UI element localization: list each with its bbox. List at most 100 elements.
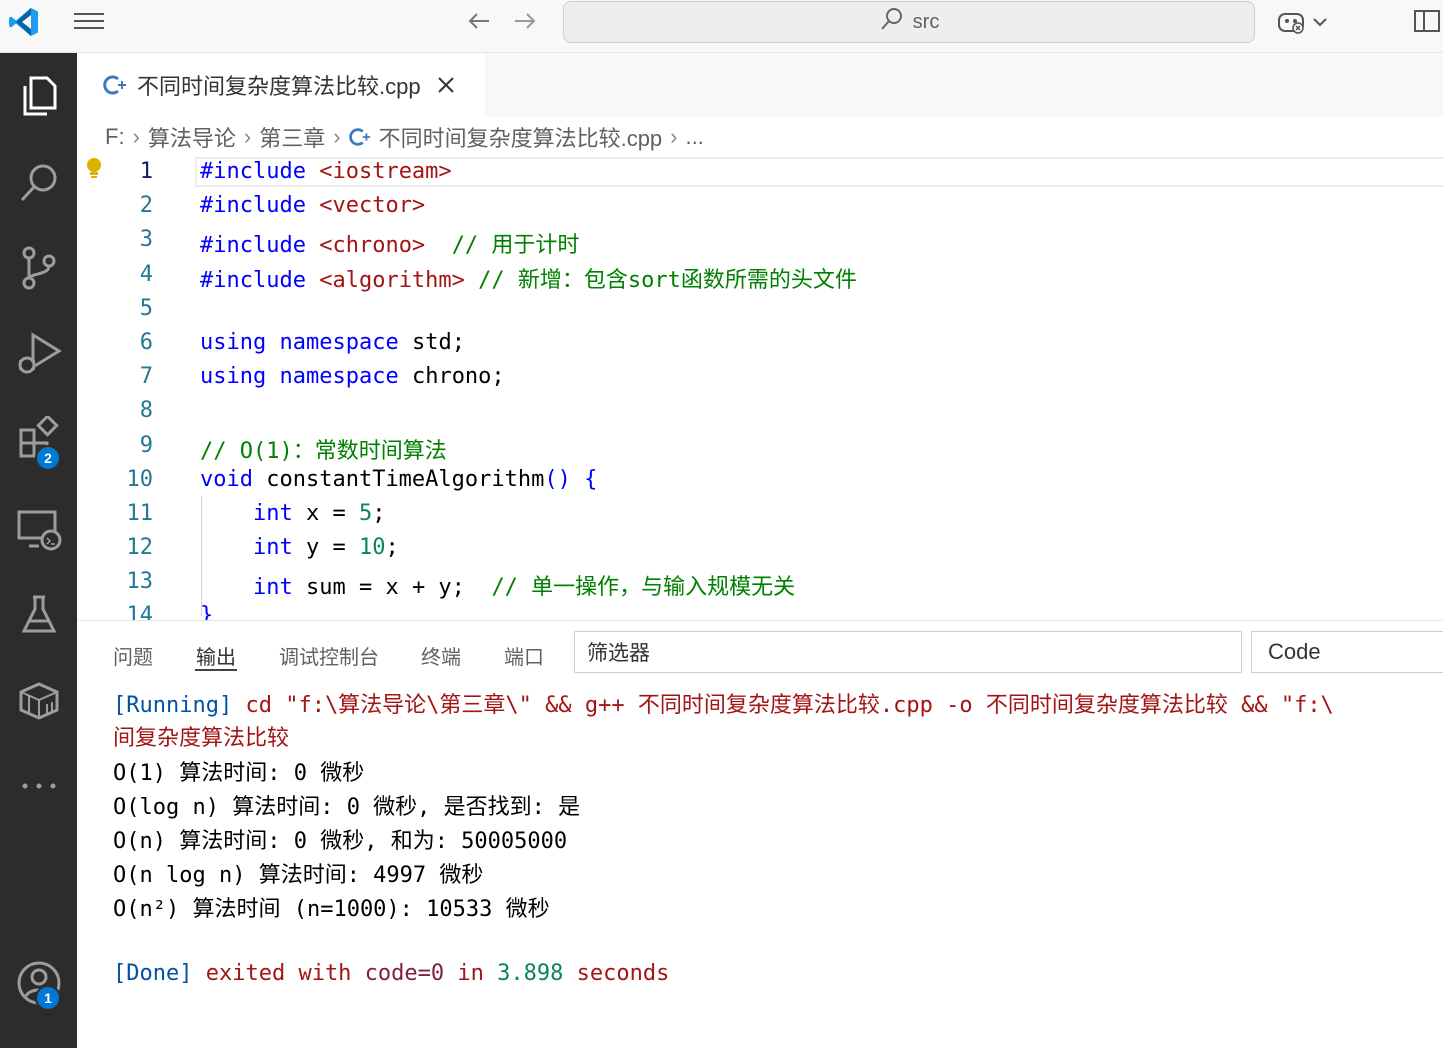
output-channel-select[interactable]: Code: [1251, 631, 1443, 673]
forward-arrow-icon[interactable]: [508, 6, 542, 36]
line-number: 10: [126, 467, 154, 492]
done-seconds-value: 3.898: [497, 961, 564, 986]
code-line: #include <algorithm> // 新增：包含sort函数所需的头文…: [200, 262, 857, 294]
filter-placeholder: 筛选器: [587, 642, 650, 665]
code-token: std;: [411, 330, 465, 355]
code-token: #include: [200, 159, 306, 184]
output-panel: 问题 输出 调试控制台 终端 端口 筛选器 Code [Running] cd …: [77, 620, 1443, 1049]
testing-icon[interactable]: [0, 580, 77, 650]
chevron-down-icon[interactable]: [1310, 10, 1330, 34]
close-icon[interactable]: [437, 76, 455, 94]
accounts-icon[interactable]: 1: [0, 948, 77, 1018]
editor-tab-bar: 不同时间复杂度算法比较.cpp: [77, 53, 1443, 117]
tab-debug-console[interactable]: 调试控制台: [279, 641, 379, 670]
code-token: 10: [358, 535, 386, 560]
code-line: }: [200, 603, 213, 620]
output-line: O(log n) 算法时间: 0 微秒, 是否找到: 是: [113, 795, 581, 820]
breadcrumb-folder-1[interactable]: 算法导论: [148, 121, 236, 153]
code-token: <chrono>: [319, 233, 426, 258]
layout-icon[interactable]: [1412, 6, 1442, 36]
breadcrumb-folder-2[interactable]: 第三章: [259, 121, 325, 153]
accounts-badge: 1: [35, 985, 61, 1011]
line-number: 12: [126, 535, 154, 560]
output-line: 间复杂度算法比较: [113, 726, 290, 751]
command-center-search[interactable]: src: [563, 1, 1255, 43]
line-number: 14: [126, 603, 154, 620]
search-icon[interactable]: [0, 148, 77, 218]
run-debug-icon[interactable]: [0, 318, 77, 388]
breadcrumb-more[interactable]: ...: [686, 124, 704, 150]
code-token: void: [200, 467, 253, 492]
code-comment: // O(1)：常数时间算法: [200, 439, 447, 464]
code-token: #include: [200, 268, 306, 293]
code-line: using namespace std;: [200, 330, 465, 355]
breadcrumb-file[interactable]: 不同时间复杂度算法比较.cpp: [379, 121, 663, 153]
code-token: x =: [305, 501, 346, 526]
tab-terminal[interactable]: 终端: [421, 641, 461, 670]
code-token: y =: [305, 535, 346, 560]
filter-input[interactable]: 筛选器: [574, 631, 1242, 673]
code-token: int: [252, 575, 293, 600]
code-token: using: [200, 364, 267, 389]
running-tag: [Running]: [113, 693, 233, 718]
breadcrumb-drive[interactable]: F:: [105, 124, 125, 150]
code-line: #include <iostream>: [200, 159, 452, 184]
tab-active-file[interactable]: 不同时间复杂度算法比较.cpp: [77, 53, 485, 117]
title-bar: src: [0, 0, 1443, 53]
tab-ports[interactable]: 端口: [504, 641, 544, 670]
code-token: #include: [200, 193, 306, 218]
line-number: 4: [139, 262, 153, 287]
done-tag: [Done]: [113, 961, 193, 986]
code-line: int sum = x + y; // 单一操作，与输入规模无关: [200, 569, 795, 601]
code-token: }: [200, 603, 214, 620]
code-line: void constantTimeAlgorithm() {: [200, 467, 597, 492]
code-line: int y = 10;: [200, 535, 399, 560]
line-number: 5: [139, 296, 153, 321]
output-line: O(n) 算法时间: 0 微秒, 和为: 50005000: [113, 829, 568, 854]
line-number: 13: [126, 569, 154, 594]
code-line: #include <chrono> // 用于计时: [200, 227, 579, 259]
extensions-badge: 2: [35, 445, 61, 471]
code-comment: // 单一操作，与输入规模无关: [491, 575, 796, 600]
code-token: 5: [358, 501, 373, 526]
code-comment: // 用于计时: [451, 233, 580, 258]
done-text: in: [457, 961, 484, 986]
done-text: exited with: [205, 961, 352, 986]
line-number: 2: [139, 193, 153, 218]
code-line: #include <vector>: [200, 193, 425, 218]
code-token: sum = x + y;: [305, 575, 465, 600]
active-tab-indicator: [195, 669, 237, 671]
output-line: [Running] cd "f:\算法导论\第三章\" && g++ 不同时间复…: [113, 687, 1334, 719]
line-number: 7: [139, 364, 153, 389]
chevron-right-icon: ›: [670, 124, 678, 149]
code-comment: // 新增：包含sort函数所需的头文件: [478, 268, 857, 293]
chevron-right-icon: ›: [333, 124, 341, 149]
menu-icon[interactable]: [70, 6, 108, 36]
back-arrow-icon[interactable]: [462, 6, 496, 36]
code-token: (): [544, 467, 571, 492]
tab-problems[interactable]: 问题: [113, 641, 153, 670]
tab-output[interactable]: 输出: [196, 641, 236, 670]
code-editor[interactable]: 1 2 3 4 5 6 7 8 9 10 11 12 13 14 #includ…: [77, 156, 1443, 620]
code-token: <iostream>: [319, 159, 452, 184]
output-line: O(n log n) 算法时间: 4997 微秒: [113, 863, 484, 888]
more-icon[interactable]: [0, 751, 77, 821]
code-token: <vector>: [319, 193, 426, 218]
explorer-icon[interactable]: [0, 61, 77, 131]
container-icon[interactable]: [0, 665, 77, 735]
done-text: seconds: [576, 961, 670, 986]
tab-title: 不同时间复杂度算法比较.cpp: [137, 74, 421, 99]
line-number: 6: [139, 330, 153, 355]
code-line: // O(1)：常数时间算法: [200, 433, 447, 465]
activity-bar: 2 1: [0, 53, 77, 1048]
lightbulb-icon[interactable]: [85, 157, 105, 183]
source-control-icon[interactable]: [0, 233, 77, 303]
code-token: using: [200, 330, 267, 355]
extensions-icon[interactable]: 2: [0, 403, 77, 473]
line-number: 1: [139, 159, 153, 184]
copilot-icon[interactable]: [1274, 4, 1308, 38]
code-token: namespace: [279, 330, 399, 355]
remote-explorer-icon[interactable]: [0, 495, 77, 565]
chevron-right-icon: ›: [132, 124, 140, 149]
cpp-file-icon: [348, 126, 371, 148]
